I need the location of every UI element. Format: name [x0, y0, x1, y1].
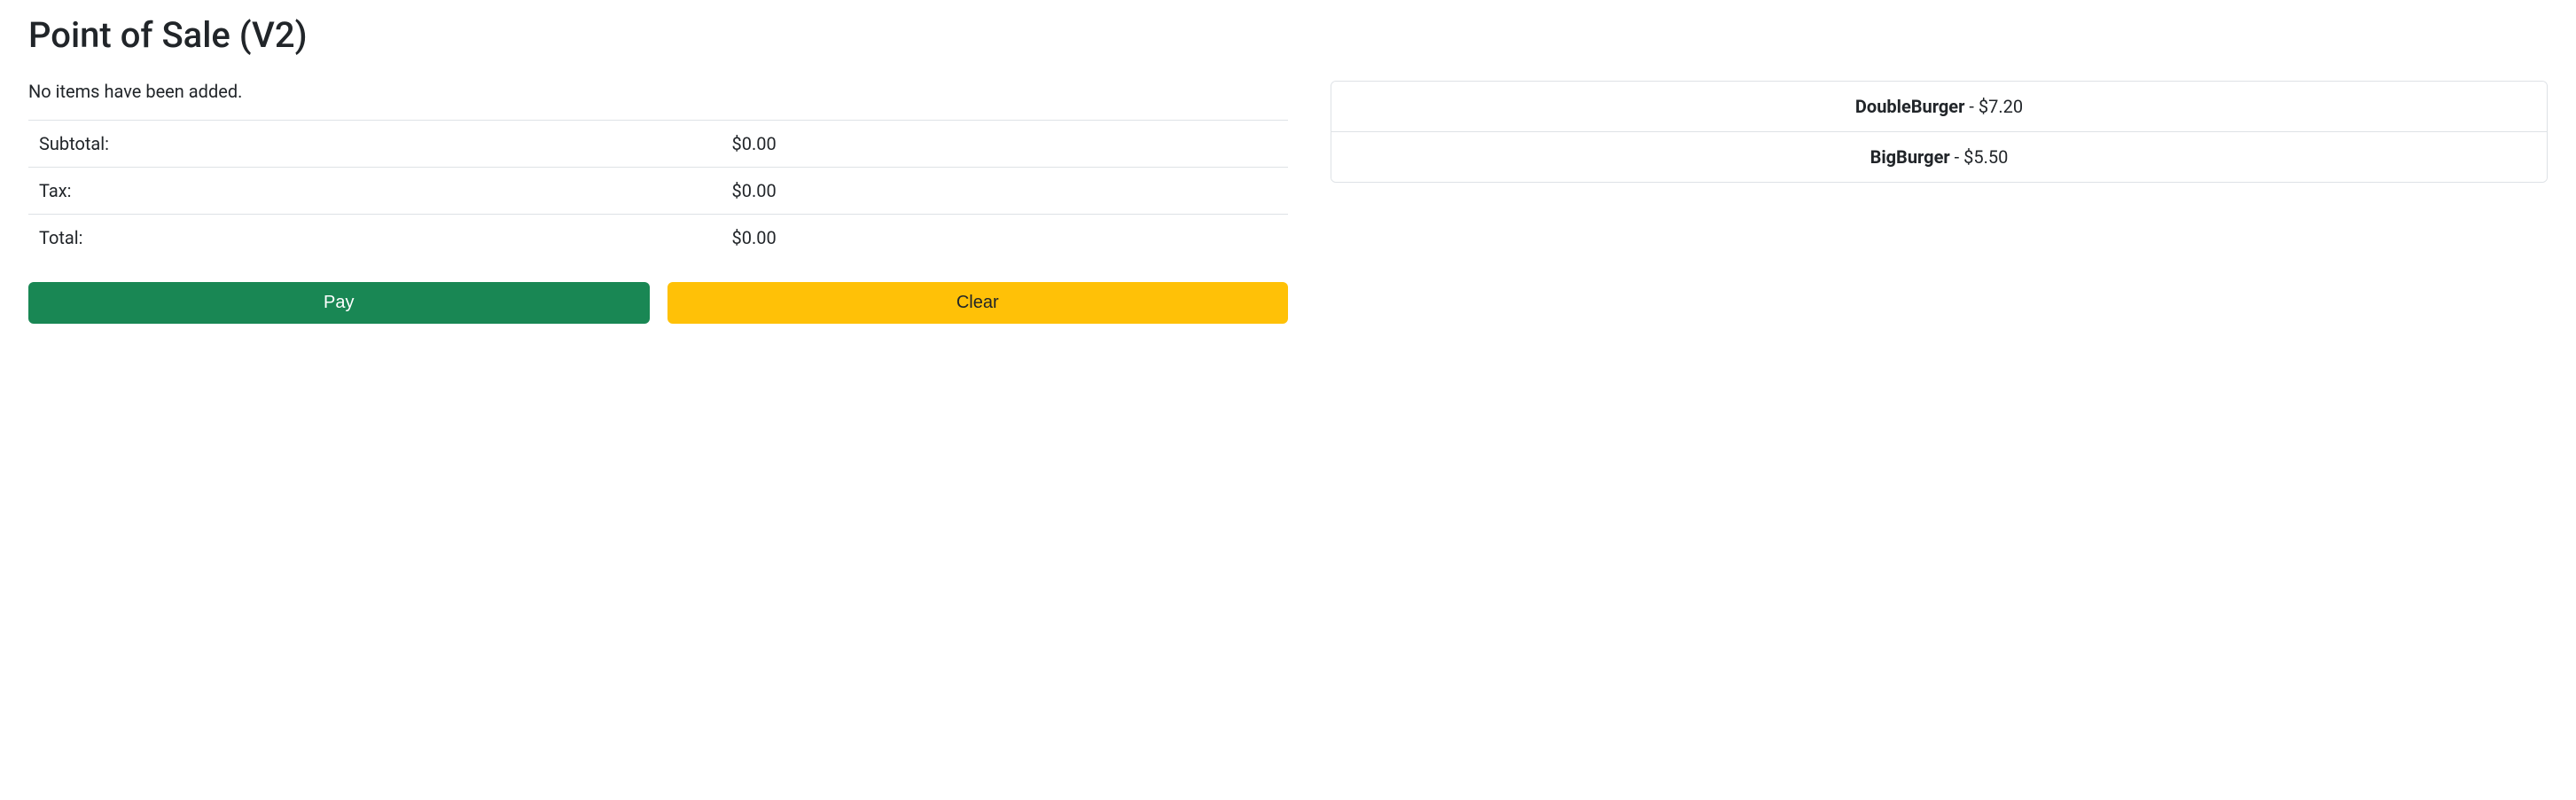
page-title: Point of Sale (V2) — [28, 14, 2548, 56]
totals-table: Subtotal: $0.00 Tax: $0.00 Total: $0.00 — [28, 120, 1288, 261]
subtotal-row: Subtotal: $0.00 — [28, 121, 1288, 168]
product-list: DoubleBurger - $7.20 BigBurger - $5.50 — [1331, 81, 2548, 183]
subtotal-value: $0.00 — [722, 121, 1288, 168]
subtotal-label: Subtotal: — [28, 121, 722, 168]
product-item-bigburger[interactable]: BigBurger - $5.50 — [1331, 131, 2547, 182]
product-separator: - — [1950, 146, 1963, 168]
main-container: No items have been added. Subtotal: $0.0… — [28, 81, 2548, 324]
total-row: Total: $0.00 — [28, 215, 1288, 262]
product-name: BigBurger — [1870, 146, 1950, 168]
tax-row: Tax: $0.00 — [28, 168, 1288, 215]
product-price: $7.20 — [1979, 96, 2023, 117]
empty-cart-message: No items have been added. — [28, 81, 1288, 102]
clear-button[interactable]: Clear — [667, 282, 1289, 324]
button-row: Pay Clear — [28, 282, 1288, 324]
total-value: $0.00 — [722, 215, 1288, 262]
tax-label: Tax: — [28, 168, 722, 215]
cart-column: No items have been added. Subtotal: $0.0… — [28, 81, 1288, 324]
total-label: Total: — [28, 215, 722, 262]
tax-value: $0.00 — [722, 168, 1288, 215]
product-name: DoubleBurger — [1855, 96, 1965, 117]
pay-button[interactable]: Pay — [28, 282, 650, 324]
product-item-doubleburger[interactable]: DoubleBurger - $7.20 — [1331, 82, 2547, 131]
product-price: $5.50 — [1963, 146, 2008, 168]
products-column: DoubleBurger - $7.20 BigBurger - $5.50 — [1331, 81, 2548, 324]
product-separator: - — [1964, 96, 1978, 117]
